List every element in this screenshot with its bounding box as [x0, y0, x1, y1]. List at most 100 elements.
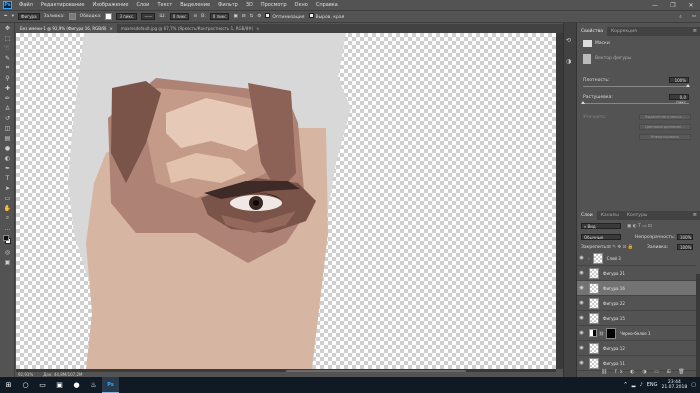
search-icon[interactable]: ○: [17, 377, 34, 393]
layer-filter-icons[interactable]: ▣ ◐ T ▭ ⊡: [627, 224, 652, 229]
stamp-tool-icon[interactable]: ♙: [2, 103, 13, 113]
layer-row-selected[interactable]: ◉ Фигура 16: [577, 281, 696, 296]
opt-align-edges[interactable]: Выров. края: [308, 13, 344, 20]
menu-view[interactable]: Просмотр: [257, 2, 291, 8]
eye-icon[interactable]: ◉: [577, 360, 586, 366]
volume-icon[interactable]: ♪: [640, 382, 643, 388]
path-ops-icon[interactable]: ▣: [233, 14, 237, 19]
quick-select-tool-icon[interactable]: ✎: [2, 53, 13, 63]
menu-window[interactable]: Окно: [291, 2, 312, 8]
pen-tool-icon[interactable]: ✒: [2, 163, 13, 173]
height-field[interactable]: 0 пикс: [209, 13, 230, 20]
width-field[interactable]: 0 пикс: [169, 13, 190, 20]
dodge-tool-icon[interactable]: ◐: [2, 153, 13, 163]
eraser-tool-icon[interactable]: ◫: [2, 123, 13, 133]
zoom-tool-icon[interactable]: ⌕: [2, 213, 13, 223]
lasso-tool-icon[interactable]: ➰: [2, 43, 13, 53]
stroke-size-field[interactable]: 3 пикс.: [116, 13, 138, 20]
tab-properties[interactable]: Свойства: [577, 27, 607, 36]
eye-icon[interactable]: ◉: [577, 270, 586, 276]
pen-tool-icon[interactable]: ✒: [4, 14, 8, 19]
tab-corrections[interactable]: Коррекция: [607, 27, 641, 36]
feather-field[interactable]: 0,0 пикс: [669, 94, 689, 105]
close-icon[interactable]: ×: [256, 26, 259, 31]
screen-mode-icon[interactable]: ▣: [2, 257, 13, 267]
restore-icon[interactable]: ❐: [664, 0, 682, 10]
gradient-tool-icon[interactable]: ▤: [2, 133, 13, 143]
layers-scrollbar[interactable]: [696, 274, 700, 391]
layer-actions[interactable]: ⛓ fx ◐ ◑ ▭ ⊞ 🗑: [601, 369, 688, 375]
shape-tool-icon[interactable]: ▭: [2, 193, 13, 203]
stroke-type-select[interactable]: ——: [141, 13, 156, 20]
close-icon[interactable]: ×: [109, 26, 112, 31]
browser-icon[interactable]: ●: [68, 377, 85, 393]
arrange-icon[interactable]: ⇅: [249, 14, 253, 19]
eye-icon[interactable]: ◉: [577, 330, 586, 336]
opt-rubber-band[interactable]: Оптимизация: [265, 13, 305, 20]
chevron-down-icon[interactable]: ▾: [12, 14, 14, 19]
close-icon[interactable]: ✕: [682, 0, 700, 10]
feather-knob[interactable]: [581, 101, 585, 104]
adjustments-icon[interactable]: ◑: [566, 58, 574, 65]
explorer-icon[interactable]: ▣: [51, 377, 68, 393]
layer-mask-thumb[interactable]: [606, 327, 617, 339]
menu-help[interactable]: Справка: [312, 2, 342, 8]
crop-tool-icon[interactable]: ⌗: [2, 63, 13, 73]
eye-icon[interactable]: ◉: [577, 255, 586, 261]
mode-select[interactable]: Фигура: [18, 13, 40, 20]
blur-tool-icon[interactable]: ●: [2, 143, 13, 153]
fill-swatch[interactable]: [68, 13, 76, 20]
tab-channels[interactable]: Каналы: [597, 211, 623, 220]
feather-slider[interactable]: [583, 103, 689, 104]
task-view-icon[interactable]: ▭: [34, 377, 51, 393]
select-and-mask-button[interactable]: Выделение и маска...: [639, 114, 691, 120]
lock-icons[interactable]: ⊞ ✎ ✥ ⊡ 🔒: [607, 245, 633, 250]
density-knob[interactable]: [686, 84, 690, 87]
photoshop-taskbar-icon[interactable]: Ps: [102, 377, 119, 393]
menu-filter[interactable]: Фильтр: [214, 2, 242, 8]
history-icon[interactable]: ⟲: [566, 37, 574, 44]
density-slider[interactable]: [583, 86, 689, 87]
stroke-swatch[interactable]: [105, 13, 113, 20]
layer-row[interactable]: ◉ Фигура 15: [577, 311, 696, 326]
link-icon[interactable]: ⊝: [193, 14, 197, 19]
layer-kind-filter[interactable]: ⌕ Вид: [581, 223, 621, 229]
marquee-tool-icon[interactable]: ⬚: [2, 33, 13, 43]
search-icon[interactable]: ⌕: [679, 14, 682, 20]
brush-tool-icon[interactable]: ✏: [2, 93, 13, 103]
hand-tool-icon[interactable]: ✋: [2, 203, 13, 213]
blend-mode-select[interactable]: Обычные: [581, 234, 621, 240]
opacity-field[interactable]: 100%: [677, 234, 693, 240]
gear-icon[interactable]: ⚙: [257, 14, 261, 19]
eye-icon[interactable]: ◉: [577, 285, 586, 291]
language-indicator[interactable]: ENG: [647, 382, 658, 388]
menu-edit[interactable]: Редактирование: [37, 2, 89, 8]
clock[interactable]: 23:44 21.07.2018: [662, 380, 688, 390]
tab-document-2[interactable]: maxresdefault.jpg @ 67,7% (Яркость/Контр…: [117, 24, 264, 33]
move-tool-icon[interactable]: ✥: [2, 23, 13, 33]
network-icon[interactable]: ▂: [632, 382, 636, 388]
notifications-icon[interactable]: ▢: [691, 382, 696, 388]
tab-layers[interactable]: Слои: [577, 211, 597, 220]
eye-icon[interactable]: ◉: [577, 315, 586, 321]
layer-row[interactable]: ◉ Фигура 21: [577, 266, 696, 281]
color-swatches[interactable]: [2, 233, 13, 247]
vector-mask-thumb[interactable]: [583, 54, 591, 64]
eye-icon[interactable]: ◉: [577, 345, 586, 351]
link-icon[interactable]: ⛓: [599, 331, 604, 336]
start-button-icon[interactable]: ⊞: [0, 377, 17, 393]
workspace-icon[interactable]: ▭: [692, 14, 696, 19]
layer-row[interactable]: ◉ Фигура 12: [577, 341, 696, 356]
canvas-document[interactable]: [16, 33, 556, 369]
tab-paths[interactable]: Контуры: [623, 211, 652, 220]
layer-row[interactable]: ◉ ⛓ Черно-белое 1: [577, 326, 696, 341]
vertical-scrollbar[interactable]: [556, 33, 563, 369]
chevron-right-icon[interactable]: ›: [588, 256, 590, 261]
layer-row[interactable]: ◉ Фигура 22: [577, 296, 696, 311]
eye-icon[interactable]: ◉: [577, 300, 586, 306]
layers-menu-icon[interactable]: ≡: [693, 212, 697, 218]
menu-layers[interactable]: Слои: [132, 2, 153, 8]
path-select-tool-icon[interactable]: ➤: [2, 183, 13, 193]
chevron-up-icon[interactable]: ^: [623, 382, 627, 388]
quick-mask-icon[interactable]: ◎: [2, 247, 13, 257]
